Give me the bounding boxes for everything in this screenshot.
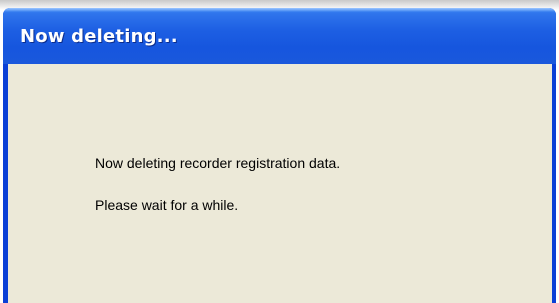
dialog-body: Now deleting recorder registration data.… xyxy=(8,64,552,303)
status-message: Now deleting recorder registration data. xyxy=(95,155,341,171)
title-bar[interactable]: Now deleting... xyxy=(3,8,556,64)
progress-dialog: Now deleting... Now deleting recorder re… xyxy=(3,8,556,303)
wait-message: Please wait for a while. xyxy=(95,197,239,213)
dialog-title: Now deleting... xyxy=(20,26,178,47)
